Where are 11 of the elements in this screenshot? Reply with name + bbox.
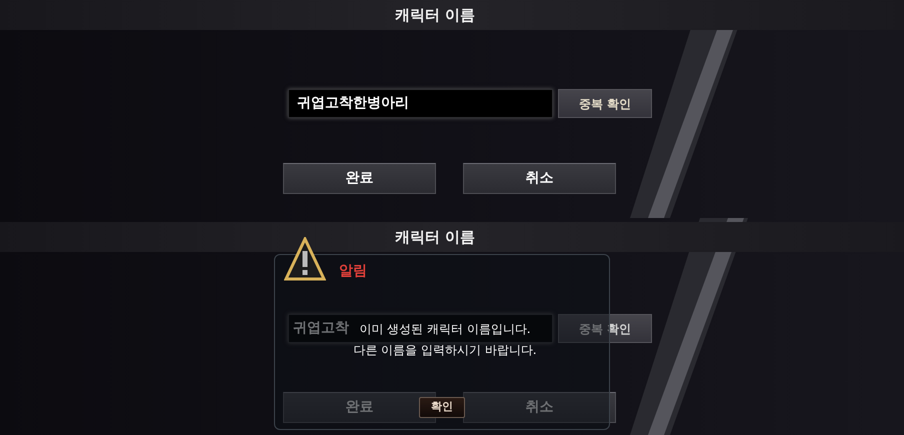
name-field[interactable]: 귀엽고착한병아리 — [288, 89, 553, 118]
action-button[interactable]: 완료 — [283, 163, 436, 194]
action-button[interactable]: 취소 — [463, 163, 616, 194]
ok-button[interactable]: 확인 — [419, 397, 465, 418]
warning-icon — [284, 237, 326, 281]
dialog-title: 알림 — [339, 262, 367, 281]
dialog-message: 다른 이름을 입력하시기 바랍니다. — [353, 342, 537, 359]
screen-title: 캐릭터 이름 — [394, 226, 476, 248]
screen-title: 캐릭터 이름 — [394, 4, 476, 26]
duplicate-check-button[interactable]: 중복 확인 — [558, 89, 652, 118]
dialog-message: 이미 생성된 캐릭터 이름입니다. — [359, 321, 531, 338]
